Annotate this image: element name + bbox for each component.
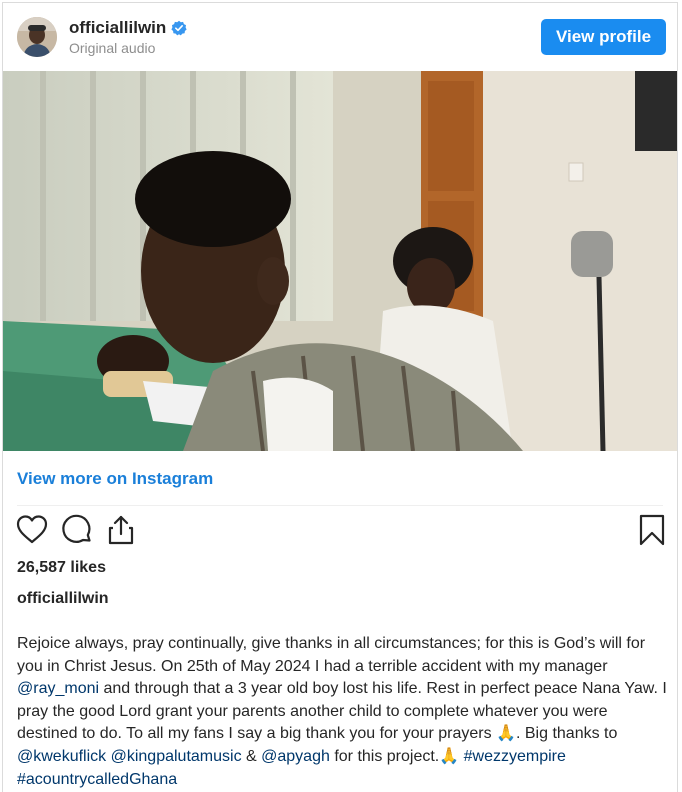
comment-icon[interactable] [60, 513, 94, 547]
audio-subtitle[interactable]: Original audio [69, 40, 155, 56]
username[interactable]: officiallilwin [69, 18, 166, 38]
post-header: officiallilwin Original audio View profi… [3, 3, 677, 71]
hashtag-link[interactable]: #wezzyempire [464, 748, 566, 765]
avatar[interactable] [17, 17, 57, 57]
mention-link[interactable]: @kingpalutamusic [111, 748, 242, 765]
instagram-embed-card: officiallilwin Original audio View profi… [2, 2, 678, 792]
verified-badge-icon [171, 20, 187, 36]
caption-text: Rejoice always, pray continually, give t… [17, 635, 646, 675]
caption-text: & [241, 747, 262, 765]
action-bar [3, 513, 677, 553]
hashtag-link[interactable]: #acountrycalledGhana [17, 771, 177, 788]
mention-link[interactable]: @apyagh [261, 748, 330, 765]
view-more-on-instagram-link[interactable]: View more on Instagram [17, 469, 213, 489]
caption-text: for this project.🙏 [329, 747, 464, 765]
divider [17, 505, 663, 506]
mention-link[interactable]: @ray_moni [17, 680, 99, 697]
caption-username[interactable]: officiallilwin [17, 590, 109, 608]
caption-text: and through that a 3 year old boy lost h… [17, 680, 667, 743]
username-row: officiallilwin [69, 18, 187, 38]
post-caption: Rejoice always, pray continually, give t… [17, 633, 669, 791]
mention-link[interactable]: @kwekuflick [17, 748, 106, 765]
view-profile-button[interactable]: View profile [541, 19, 666, 55]
post-media-image[interactable] [3, 71, 677, 451]
heart-icon[interactable] [15, 513, 49, 547]
share-icon[interactable] [104, 513, 138, 547]
bookmark-icon[interactable] [635, 513, 669, 547]
likes-count[interactable]: 26,587 likes [17, 559, 106, 577]
